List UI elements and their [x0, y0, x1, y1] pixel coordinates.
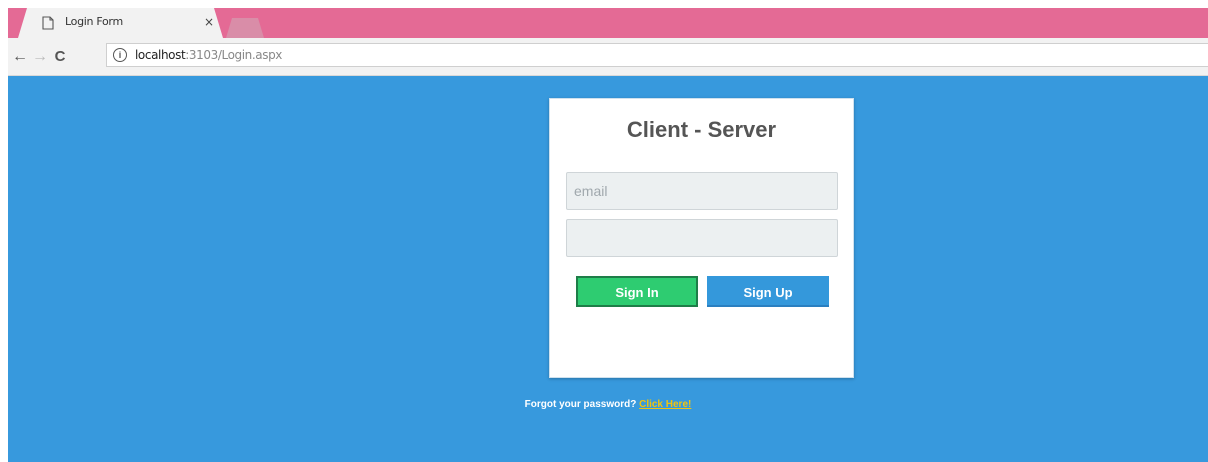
forward-arrow-icon[interactable]: →: [30, 38, 50, 76]
url-path: :3103/Login.aspx: [185, 48, 283, 62]
address-bar[interactable]: i localhost:3103/Login.aspx: [106, 43, 1208, 67]
url-host: localhost: [135, 48, 186, 62]
sign-up-button[interactable]: Sign Up: [707, 276, 829, 307]
back-arrow-icon[interactable]: ←: [10, 38, 30, 76]
login-title: Client - Server: [626, 117, 777, 142]
page-content: Client - Server Sign In Sign Up Forgot y…: [8, 76, 1208, 462]
login-card: Client - Server Sign In Sign Up: [549, 98, 854, 378]
password-field[interactable]: [566, 219, 838, 257]
browser-toolbar: ← → C i localhost:3103/Login.aspx: [8, 38, 1208, 76]
new-tab-button[interactable]: [226, 18, 264, 38]
url-text[interactable]: localhost:3103/Login.aspx: [135, 48, 282, 62]
reload-icon[interactable]: C: [50, 38, 70, 76]
browser-tab[interactable]: Login Form ×: [18, 8, 223, 38]
sign-in-button[interactable]: Sign In: [576, 276, 698, 307]
document-icon: [42, 16, 54, 30]
info-icon[interactable]: i: [113, 48, 127, 62]
forgot-password-label: Forgot your password?: [524, 399, 637, 410]
tab-strip: Login Form ×: [8, 8, 1208, 38]
forgot-password-link[interactable]: Click Here!: [639, 399, 691, 410]
tab-title: Login Form: [65, 15, 123, 28]
close-icon[interactable]: ×: [204, 15, 214, 29]
email-field[interactable]: [566, 172, 838, 210]
forgot-password-text: Forgot your password? Click Here!: [8, 399, 1208, 410]
